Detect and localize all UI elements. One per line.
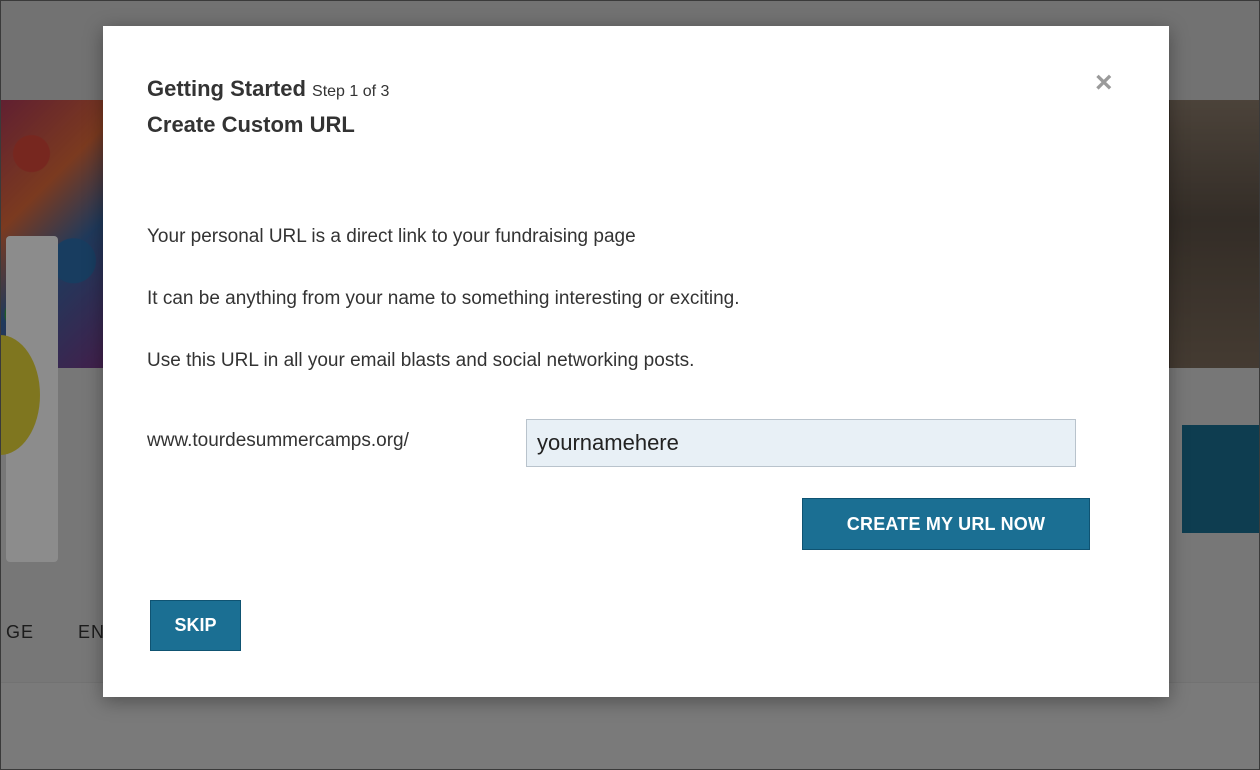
modal-title: Getting Started Step 1 of 3 [147,76,389,102]
skip-button[interactable]: SKIP [150,600,241,651]
create-url-button[interactable]: CREATE MY URL NOW [802,498,1090,550]
modal-subtitle: Create Custom URL [147,112,355,137]
description-paragraph: Your personal URL is a direct link to yo… [147,226,636,247]
close-icon[interactable]: × [1095,68,1113,98]
modal-title-text: Getting Started [147,76,306,101]
custom-url-input[interactable] [526,419,1076,467]
url-prefix-label: www.tourdesummercamps.org/ [147,430,409,451]
description-paragraph: Use this URL in all your email blasts an… [147,350,695,371]
description-paragraph: It can be anything from your name to som… [147,288,740,309]
getting-started-modal: × Getting Started Step 1 of 3 Create Cus… [103,26,1169,697]
step-indicator: Step 1 of 3 [312,83,390,100]
